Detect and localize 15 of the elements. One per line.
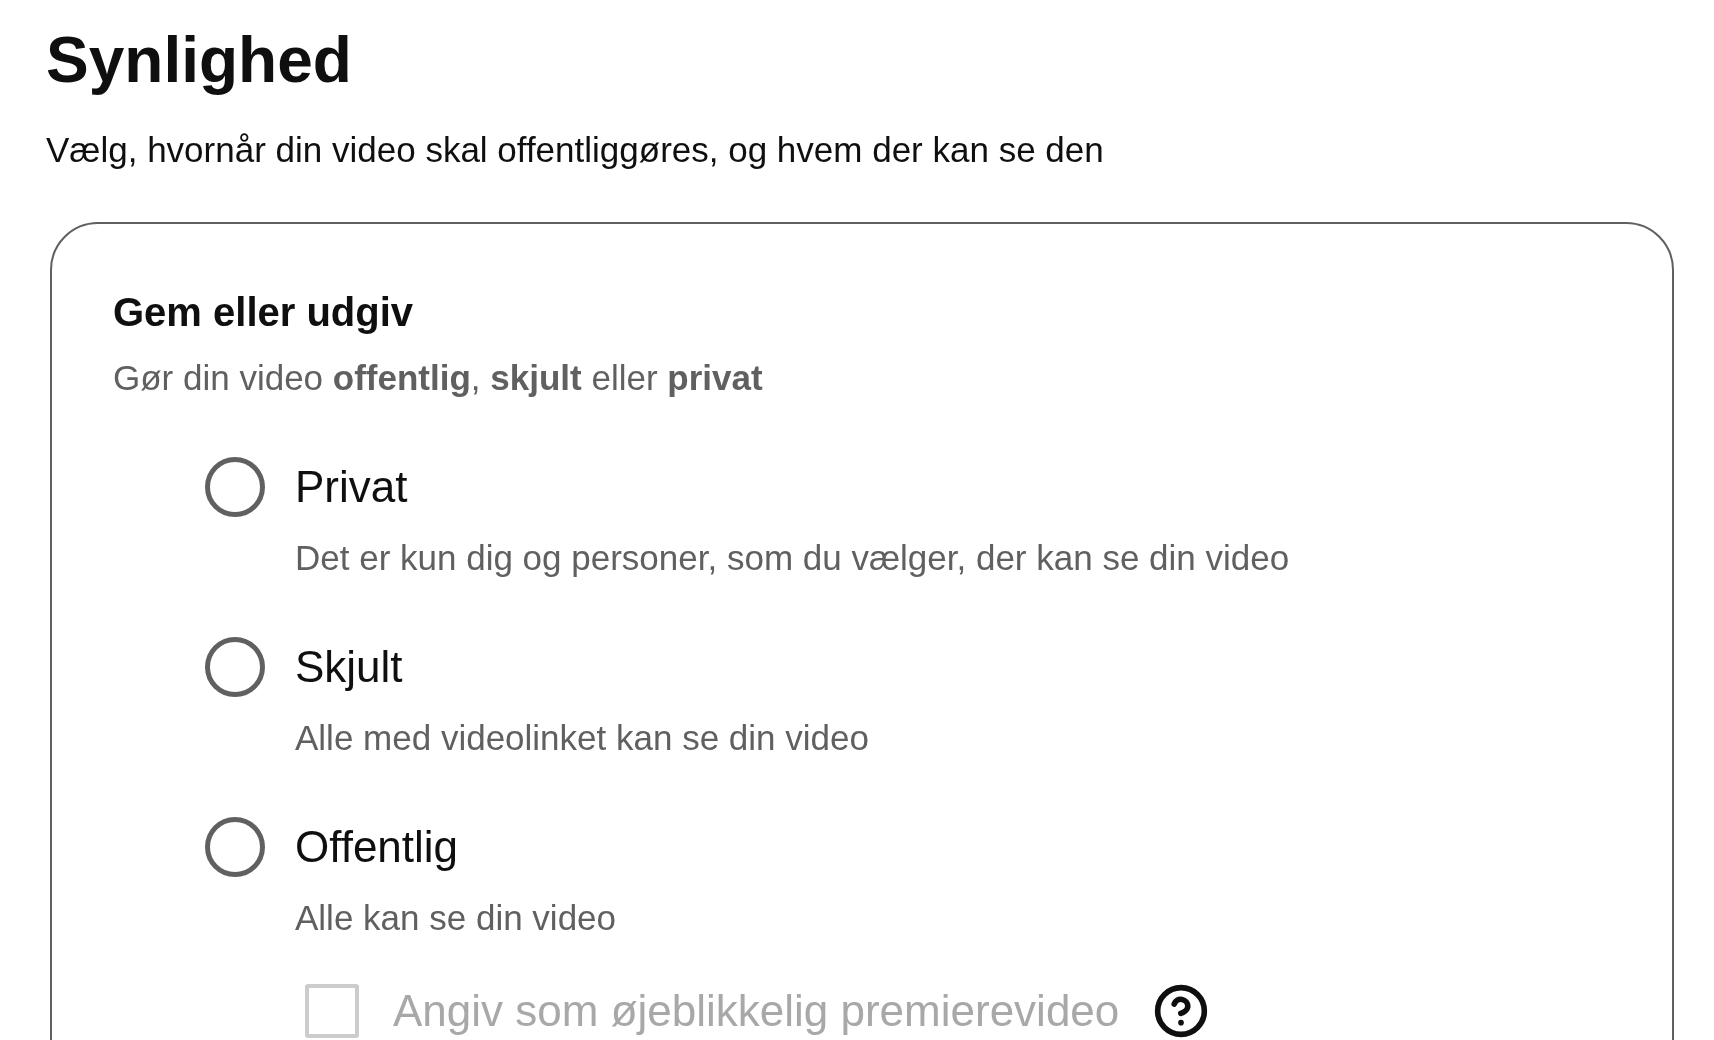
radio-button[interactable] bbox=[205, 637, 265, 697]
option-label: Offentlig bbox=[295, 821, 459, 873]
help-icon[interactable] bbox=[1153, 983, 1210, 1039]
card-title: Gem eller udgiv bbox=[113, 289, 415, 336]
checkbox-label: Angiv som øjeblikkelig premierevideo bbox=[393, 985, 1120, 1037]
option-label: Skjult bbox=[295, 641, 403, 693]
option-label: Privat bbox=[295, 461, 408, 513]
option-description: Det er kun dig og personer, som du vælger, der kan se din video bbox=[295, 537, 1291, 579]
option-description: Alle kan se din video bbox=[295, 897, 618, 939]
section-subtitle: Vælg, hvornår din video skal offentliggøres, og hvem der kan se den bbox=[46, 129, 1105, 171]
radio-button[interactable] bbox=[205, 457, 265, 517]
option-description: Alle med videolinket kan se din video bbox=[295, 717, 870, 759]
section-title: Synlighed bbox=[46, 23, 353, 98]
card-subtitle: Gør din video offentlig, skjult eller privat bbox=[113, 357, 764, 399]
radio-button[interactable] bbox=[205, 817, 265, 877]
